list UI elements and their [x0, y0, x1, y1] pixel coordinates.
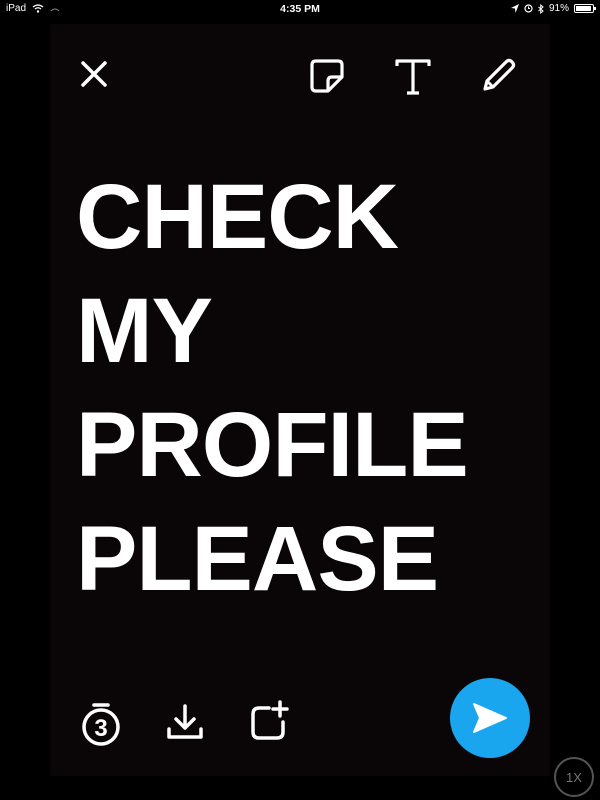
caption-line: MY — [76, 280, 213, 382]
caption-line: PROFILE — [76, 394, 469, 496]
close-icon — [81, 61, 107, 87]
timer-icon: 3 — [82, 703, 120, 746]
alarm-icon — [524, 4, 533, 13]
draw-button[interactable] — [478, 56, 518, 96]
location-icon — [510, 4, 519, 13]
battery-level — [576, 6, 591, 11]
add-to-story-icon — [251, 700, 289, 740]
zoom-indicator[interactable]: 1X — [554, 757, 594, 797]
battery-icon — [574, 4, 596, 13]
sticker-icon — [310, 59, 344, 93]
send-arrow-icon — [473, 703, 507, 733]
status-bar: iPad 4:35 PM 91% — [0, 0, 600, 20]
close-button[interactable] — [76, 56, 112, 92]
snap-caption[interactable]: CHECK MY PROFILE PLEASE — [76, 160, 556, 616]
text-tool-button[interactable] — [392, 56, 434, 98]
download-icon — [167, 704, 203, 739]
add-to-story-button[interactable] — [247, 700, 291, 744]
pencil-icon — [483, 58, 516, 91]
text-icon — [395, 59, 431, 95]
timer-value: 3 — [94, 715, 107, 742]
send-button[interactable] — [450, 678, 530, 758]
battery-percent: 91% — [548, 3, 569, 14]
sticker-button[interactable] — [307, 56, 347, 96]
caption-line: PLEASE — [76, 508, 439, 610]
caption-line: CHECK — [76, 166, 399, 268]
timer-button[interactable]: 3 — [79, 700, 123, 748]
save-button[interactable] — [163, 700, 207, 744]
bluetooth-icon — [538, 3, 544, 14]
